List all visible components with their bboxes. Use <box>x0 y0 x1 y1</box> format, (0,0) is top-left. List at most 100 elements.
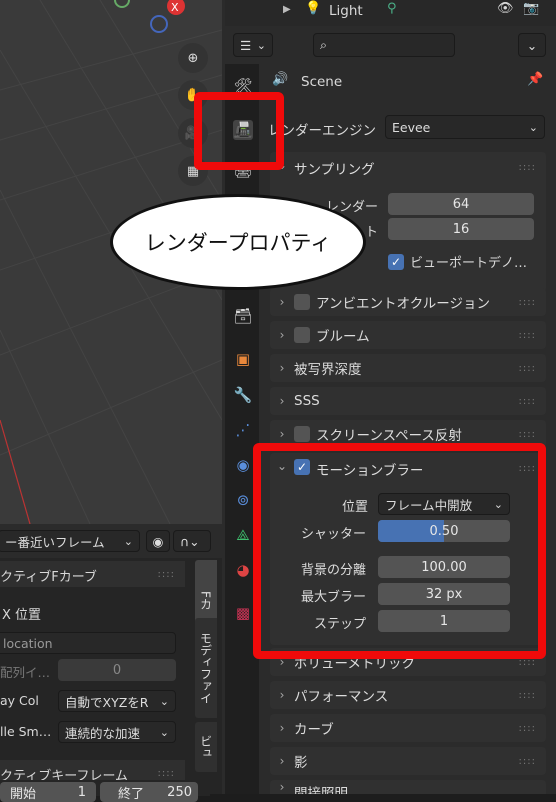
auto-smoothing-label: lle Sm… <box>0 724 52 739</box>
start-value: 1 <box>77 784 86 800</box>
chevron-down-icon: ⌄ <box>526 37 538 53</box>
data-path-value: location <box>3 635 53 651</box>
chevron-right-icon: › <box>279 780 285 794</box>
ao-panel[interactable]: › アンビエントオクルージョン:::: <box>270 288 546 316</box>
search-input[interactable]: ⌕ <box>313 33 455 57</box>
indirect-lighting-title: 間接照明 <box>294 786 348 794</box>
active-fcurve-title: クティブFカーブ <box>0 570 97 585</box>
chevron-down-icon: ⌄ <box>256 38 266 52</box>
drag-handle-icon[interactable]: :::: <box>519 162 536 173</box>
pin-icon[interactable]: 📌 <box>527 72 543 87</box>
pivot-value: ー番近いフレーム <box>5 534 105 550</box>
callout-bubble: レンダープロパティ <box>110 194 366 290</box>
color-mode-label: ay Col <box>0 693 39 708</box>
ao-title: アンビエントオクルージョン <box>316 296 491 312</box>
tab-view[interactable]: ビュ <box>195 722 217 772</box>
shadows-title: 影 <box>294 755 308 771</box>
start-label: 開始 <box>10 786 37 802</box>
ao-checkbox[interactable] <box>294 294 310 310</box>
active-fcurve-header[interactable]: クティブFカーブ :::: <box>0 561 185 587</box>
constraints-icon[interactable]: ⊚ <box>233 490 253 510</box>
render-samples-value: 64 <box>452 196 470 212</box>
render-engine-label: レンダーエンジン <box>268 123 376 139</box>
pivot-dropdown[interactable]: ー番近いフレーム ⌄ <box>0 530 140 552</box>
ssr-checkbox[interactable] <box>294 426 310 442</box>
chevron-right-icon: › <box>279 754 285 768</box>
callout-text: レンダープロパティ <box>144 231 332 255</box>
tab-fcurve-label: Fカ <box>198 590 213 610</box>
shadows-panel[interactable]: › 影:::: <box>270 747 546 775</box>
indirect-lighting-panel[interactable]: › 間接照明 <box>270 780 546 794</box>
viewport-samples-value: 16 <box>452 221 470 237</box>
viewport-denoise-label: ビューポートデノ… <box>410 256 528 271</box>
array-index-field[interactable]: 0 <box>58 659 176 681</box>
auto-smoothing-dropdown[interactable]: 連続的な加速 ⌄ <box>58 721 176 743</box>
bloom-title: ブルーム <box>316 329 370 345</box>
graph-editor-header: ー番近いフレーム ⌄ ◉ ∩⌄ <box>0 524 222 558</box>
auto-smoothing-value: 連続的な加速 <box>65 725 141 741</box>
expand-arrow-icon[interactable]: ▶ <box>283 4 291 15</box>
checkbox-checked-icon: ✓ <box>388 253 404 270</box>
light-bulb-icon: 💡 <box>305 1 322 16</box>
proportional-edit-button[interactable]: ◉ <box>146 530 170 552</box>
chevron-right-icon: › <box>279 394 285 408</box>
channel-name: X 位置 <box>2 608 42 623</box>
render-tab-highlight <box>194 92 284 170</box>
render-camera-icon[interactable]: 📷 <box>523 1 539 16</box>
particles-icon[interactable]: ⋰ <box>233 420 253 440</box>
bloom-checkbox[interactable] <box>294 327 310 343</box>
viewport-denoise-toggle[interactable]: ✓ ビューポートデノ… <box>388 252 538 271</box>
outliner-row[interactable]: ▶ 💡 Light ⚲ 👁 📷 <box>225 0 556 26</box>
curves-panel[interactable]: › カーブ:::: <box>270 714 546 742</box>
performance-title: パフォーマンス <box>294 689 389 705</box>
visibility-eye-icon[interactable]: 👁 <box>497 1 514 16</box>
tab-view-label: ビュ <box>198 735 213 759</box>
ssr-title: スクリーンスペース反射 <box>316 428 462 444</box>
chevron-right-icon: › <box>279 427 285 441</box>
drag-handle-icon[interactable]: :::: <box>519 690 536 701</box>
performance-panel[interactable]: › パフォーマンス:::: <box>270 681 546 709</box>
editor-type-dropdown[interactable]: ☰ ⌄ <box>233 33 273 57</box>
chevron-right-icon: › <box>279 688 285 702</box>
dof-panel[interactable]: › 被写界深度:::: <box>270 354 546 382</box>
drag-handle-icon[interactable]: :::: <box>519 723 536 734</box>
end-value: 250 <box>167 784 192 800</box>
physics-icon[interactable]: ◉ <box>233 455 253 475</box>
drag-handle-icon[interactable]: :::: <box>519 330 536 341</box>
motion-blur-highlight <box>253 443 546 659</box>
modifier-wrench-icon[interactable]: 🔧 <box>233 385 253 405</box>
drag-handle-icon[interactable]: :::: <box>158 768 175 779</box>
drag-handle-icon[interactable]: :::: <box>519 396 536 407</box>
texture-checker-icon[interactable]: ▩ <box>233 603 253 623</box>
render-engine-dropdown[interactable]: Eevee ⌄ <box>385 115 545 139</box>
zoom-icon[interactable]: ⊕ <box>178 43 208 73</box>
sss-panel[interactable]: › SSS:::: <box>270 387 546 415</box>
drag-handle-icon[interactable]: :::: <box>519 756 536 767</box>
drag-handle-icon[interactable]: :::: <box>519 429 536 440</box>
color-mode-value: 自動でXYZをR <box>65 694 149 710</box>
outliner-light-label: Light <box>329 3 363 19</box>
drag-handle-icon[interactable]: :::: <box>158 569 175 580</box>
view-layer-icon[interactable]: 🗃 <box>233 306 253 326</box>
sampling-title: サンプリング <box>294 162 375 178</box>
end-frame-field[interactable]: 終了 250 <box>100 782 198 802</box>
object-data-icon[interactable]: ⟁ <box>233 525 253 545</box>
material-icon[interactable]: ◕ <box>233 560 253 580</box>
viewport-samples-field[interactable]: 16 <box>388 218 534 240</box>
drag-handle-icon[interactable]: :::: <box>519 363 536 374</box>
array-index-label: 配列イ… <box>0 665 51 680</box>
falloff-curve-icon[interactable]: ∩⌄ <box>173 530 211 552</box>
bloom-panel[interactable]: › ブルーム:::: <box>270 321 546 349</box>
data-path-field[interactable]: location <box>0 632 176 654</box>
chevron-down-icon: ⌄ <box>159 694 169 708</box>
options-dropdown[interactable]: ⌄ <box>518 33 546 57</box>
end-label: 終了 <box>118 786 145 802</box>
tab-modifiers[interactable]: モディファイ <box>195 618 217 718</box>
svg-text:X: X <box>171 1 179 14</box>
drag-handle-icon[interactable]: :::: <box>519 297 536 308</box>
object-properties-icon[interactable]: ▣ <box>233 349 253 369</box>
render-samples-field[interactable]: 64 <box>388 193 534 215</box>
color-mode-dropdown[interactable]: 自動でXYZをR ⌄ <box>58 690 176 712</box>
start-frame-field[interactable]: 開始 1 <box>0 782 96 802</box>
dof-title: 被写界深度 <box>294 362 362 378</box>
